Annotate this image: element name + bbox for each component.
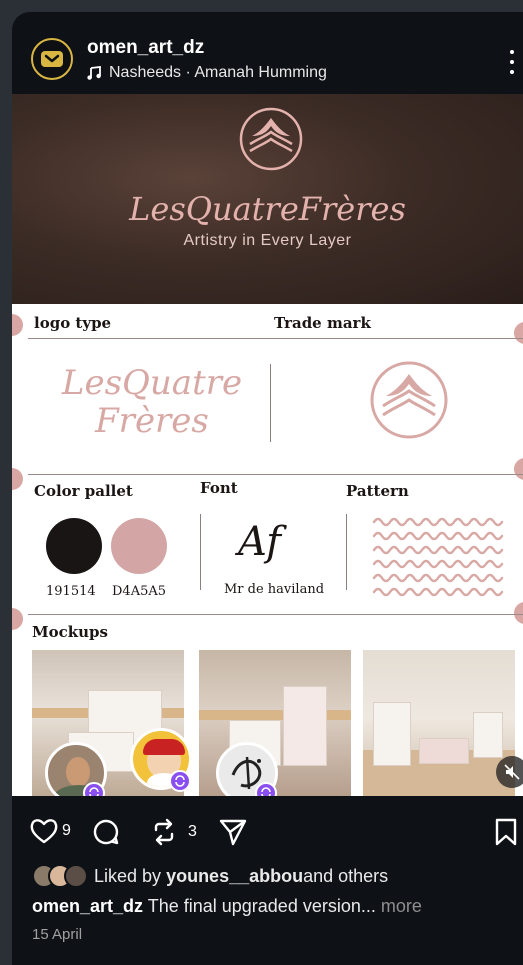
corner-decoration bbox=[12, 314, 23, 336]
profile-avatar[interactable] bbox=[31, 38, 73, 80]
mockup-photo bbox=[363, 650, 515, 796]
corner-decoration bbox=[12, 468, 23, 490]
color-swatch-pink bbox=[111, 518, 167, 574]
script-logo: LesQuatre Frères bbox=[52, 364, 252, 440]
corner-decoration bbox=[514, 602, 523, 624]
post-card: omen_art_dz Nasheeds · Amanah Humming Le… bbox=[12, 12, 523, 965]
section-mockups: Mockups bbox=[32, 623, 108, 641]
post-image[interactable]: LesQuatreFrères Artistry in Every Layer … bbox=[12, 94, 523, 796]
section-font: Font bbox=[200, 479, 238, 497]
caption-more-link[interactable]: more bbox=[376, 896, 422, 916]
post-date: 15 April bbox=[32, 926, 83, 943]
repost-count: 3 bbox=[188, 823, 197, 840]
section-logo-type: logo type bbox=[34, 314, 112, 332]
like-count: 9 bbox=[62, 822, 71, 839]
divider bbox=[28, 338, 523, 339]
mute-icon[interactable] bbox=[496, 756, 523, 788]
font-name: Mr de haviland bbox=[224, 582, 325, 597]
font-sample: Af bbox=[238, 519, 281, 565]
liked-by-user[interactable]: younes__abbou bbox=[166, 866, 303, 887]
divider bbox=[270, 364, 271, 442]
color-label: 191514 bbox=[46, 584, 96, 599]
brand-hero: LesQuatreFrères Artistry in Every Layer bbox=[12, 94, 523, 304]
music-label: Nasheeds · Amanah Humming bbox=[109, 64, 327, 81]
bookmark-icon bbox=[495, 818, 517, 846]
divider bbox=[346, 514, 347, 590]
save-button[interactable] bbox=[494, 818, 518, 846]
divider bbox=[200, 514, 201, 590]
color-swatch-dark bbox=[46, 518, 102, 574]
post-username[interactable]: omen_art_dz bbox=[87, 37, 204, 59]
more-vertical-icon[interactable] bbox=[507, 50, 517, 74]
comment-button[interactable] bbox=[92, 818, 120, 846]
post-caption: omen_art_dz The final upgraded version..… bbox=[32, 896, 422, 917]
like-button[interactable]: 9 bbox=[30, 818, 71, 844]
corner-decoration bbox=[12, 608, 23, 630]
color-label: D4A5A5 bbox=[112, 584, 167, 599]
post-header: omen_art_dz Nasheeds · Amanah Humming bbox=[12, 12, 523, 94]
divider bbox=[28, 474, 523, 475]
repost-button[interactable]: 3 bbox=[150, 818, 197, 846]
liked-by[interactable]: Liked by younes__abbou and others bbox=[32, 864, 388, 888]
wave-pattern bbox=[372, 517, 504, 597]
collab-badge-icon bbox=[169, 770, 191, 792]
brand-emblem-icon bbox=[239, 107, 303, 171]
hero-tagline: Artistry in Every Layer bbox=[183, 232, 352, 249]
liked-by-suffix: and others bbox=[303, 865, 389, 886]
section-pattern: Pattern bbox=[346, 482, 409, 500]
music-attribution[interactable]: Nasheeds · Amanah Humming bbox=[87, 64, 327, 82]
caption-text: The final upgraded version... bbox=[143, 896, 376, 916]
corner-decoration bbox=[514, 458, 523, 480]
divider bbox=[28, 614, 523, 615]
trademark-emblem-icon bbox=[370, 361, 448, 439]
corner-decoration bbox=[514, 322, 523, 344]
section-color-pallet: Color pallet bbox=[34, 482, 133, 500]
hero-wordmark: LesQuatreFrères bbox=[129, 190, 406, 228]
action-bar: 9 3 bbox=[12, 808, 523, 850]
logo-avatar-icon bbox=[41, 51, 63, 67]
liked-by-prefix: Liked by bbox=[94, 865, 162, 886]
heart-icon bbox=[30, 819, 58, 844]
comment-icon bbox=[93, 819, 119, 845]
music-note-icon bbox=[87, 66, 101, 80]
share-button[interactable] bbox=[218, 818, 248, 846]
liker-avatars bbox=[32, 864, 88, 888]
script-logo-line1: LesQuatre bbox=[61, 363, 243, 403]
caption-username[interactable]: omen_art_dz bbox=[32, 896, 143, 916]
share-icon bbox=[219, 819, 247, 846]
section-trade-mark: Trade mark bbox=[274, 314, 371, 332]
script-logo-line2: Frères bbox=[95, 401, 209, 441]
repost-icon bbox=[154, 818, 174, 846]
